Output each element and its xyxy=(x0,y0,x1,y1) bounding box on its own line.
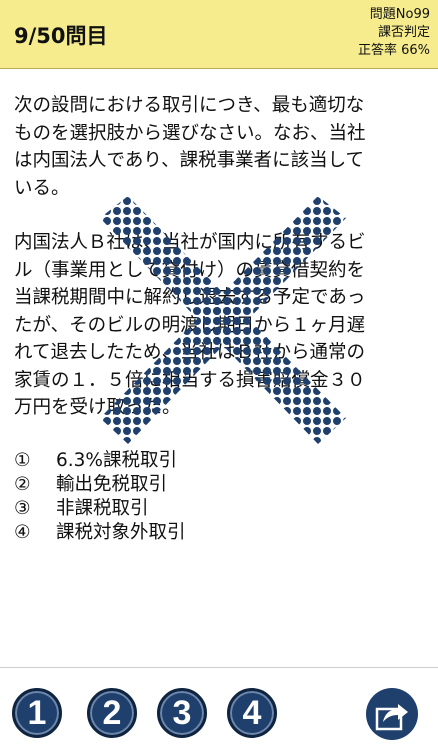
accuracy-rate: 正答率 66% xyxy=(357,43,430,58)
text-line: は内国法人であり、課税事業者に該当して xyxy=(14,150,365,171)
category-label: 課否判定 xyxy=(377,25,430,40)
choice-item-3: ③ 非課税取引 xyxy=(14,497,426,521)
problem-number: 問題No99 xyxy=(369,7,430,22)
question-progress: 9/50問目 xyxy=(14,24,108,48)
choice-text: 非課税取引 xyxy=(56,497,149,519)
choice-number: ① xyxy=(14,449,31,471)
choice-item-1: ① 6.3%課税取引 xyxy=(14,449,426,473)
question-instruction: 次の設問における取引につき、最も適切な ものを選択肢から選びなさい。なお、当社 … xyxy=(14,92,426,202)
choice-number: ③ xyxy=(14,497,31,519)
answer-button-1[interactable]: 1 xyxy=(12,688,62,738)
header-meta: 問題No99 課否判定 正答率 66% xyxy=(358,6,430,60)
answer-button-4[interactable]: 4 xyxy=(227,688,277,738)
answer-button-3[interactable]: 3 xyxy=(157,688,207,738)
text-line: ものを選択肢から選びなさい。なお、当社 xyxy=(14,122,366,144)
incorrect-x-mark-icon xyxy=(100,196,346,444)
choice-text: 6.3%課税取引 xyxy=(56,449,178,471)
header-bar: 9/50問目 問題No99 課否判定 正答率 66% xyxy=(0,0,438,69)
choice-text: 課税対象外取引 xyxy=(56,521,186,543)
choice-item-4: ④ 課税対象外取引 xyxy=(14,521,426,545)
choice-list: ① 6.3%課税取引 ② 輸出免税取引 ③ 非課税取引 ④ 課税対象外取引 xyxy=(14,449,426,545)
text-line: 次の設問における取引につき、最も適切な xyxy=(14,95,365,116)
choice-text: 輸出免税取引 xyxy=(56,473,168,495)
answer-toolbar: 1 2 3 4 xyxy=(0,667,438,751)
choice-number: ② xyxy=(14,473,31,495)
choice-number: ④ xyxy=(14,521,31,543)
answer-button-2[interactable]: 2 xyxy=(87,688,137,738)
next-question-button[interactable] xyxy=(366,688,418,740)
share-forward-icon xyxy=(375,704,408,731)
choice-item-2: ② 輸出免税取引 xyxy=(14,473,426,497)
